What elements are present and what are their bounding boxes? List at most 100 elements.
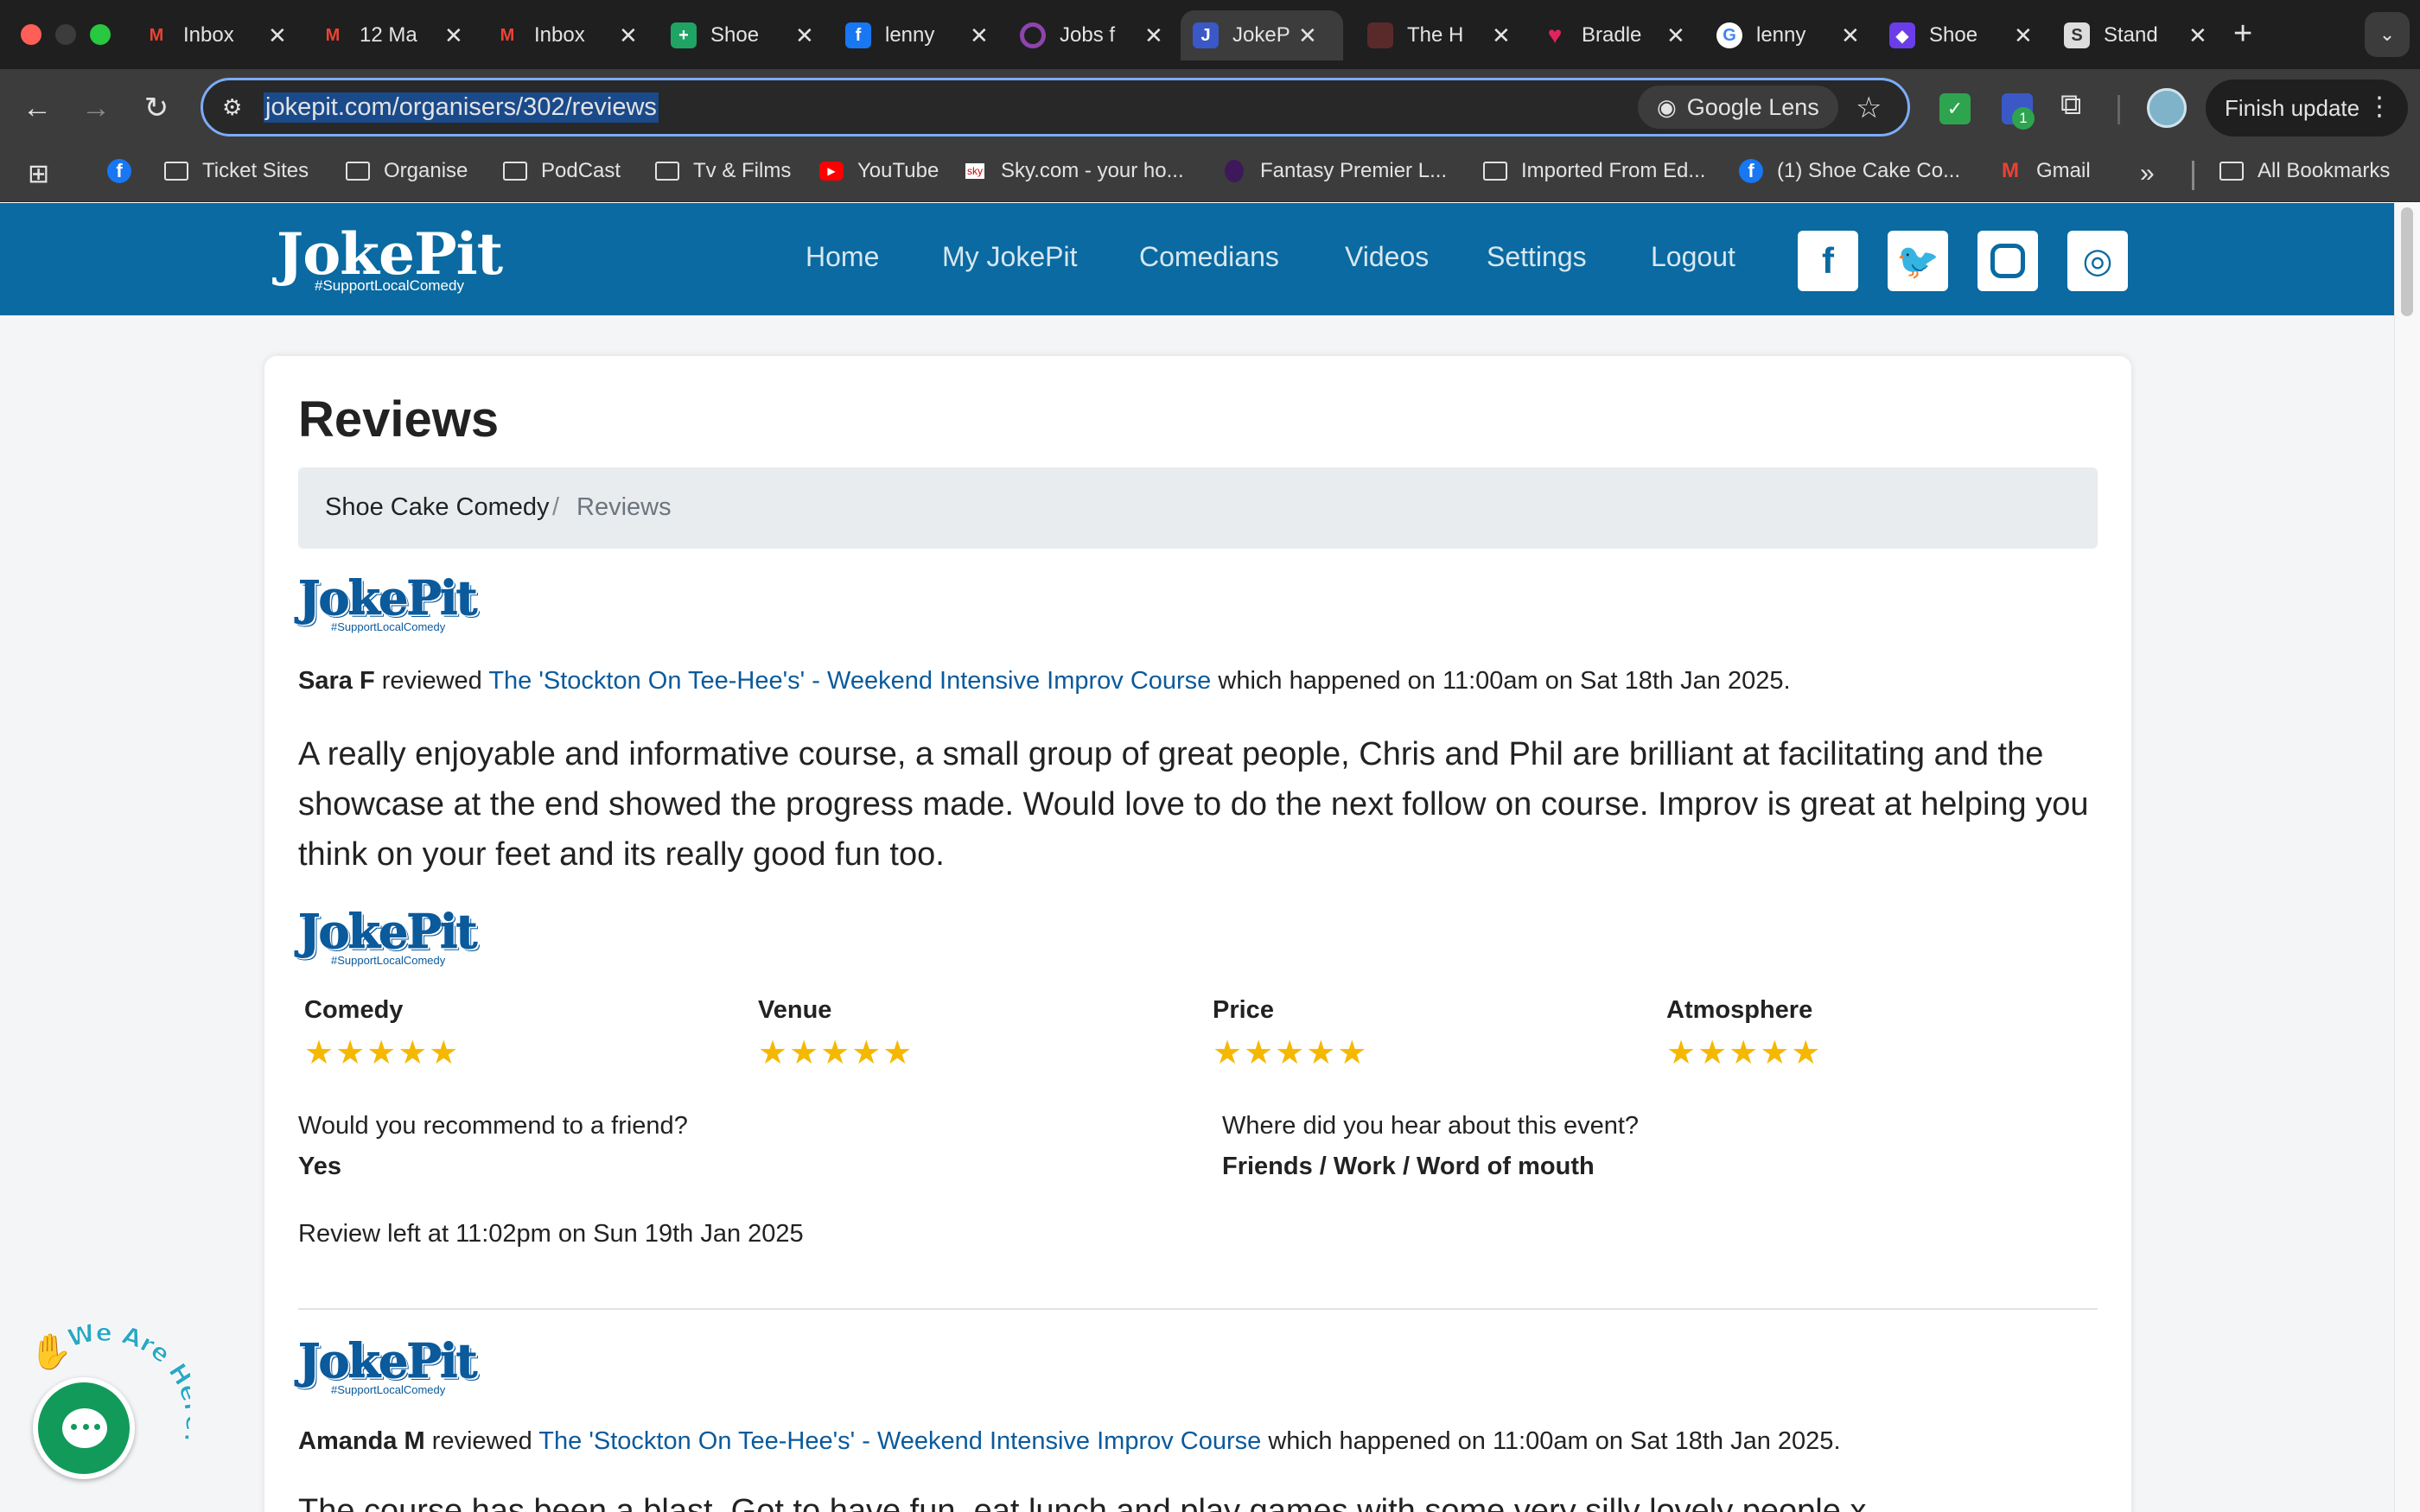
reviewer-name: Sara F [298, 667, 375, 695]
app-icon: ◆ [1889, 22, 1915, 48]
browser-tab[interactable]: ♥ Bradle ✕ [1530, 10, 1697, 60]
scrollbar-thumb[interactable] [2401, 207, 2413, 316]
tab-label: Shoe [1929, 23, 1978, 47]
tab-search-icon[interactable]: ⌄ [2365, 12, 2410, 57]
new-tab-icon[interactable]: + [2233, 16, 2252, 53]
bookmark-imported[interactable]: Imported From Ed... [1483, 159, 1705, 183]
bookmark-label: Tv & Films [693, 159, 792, 182]
browser-tab[interactable]: G lenny ✕ [1704, 10, 1872, 60]
url-text[interactable]: jokepit.com/organisers/302/reviews [264, 92, 659, 123]
close-tab-icon[interactable]: ✕ [619, 22, 638, 49]
profile-avatar[interactable] [2147, 88, 2187, 128]
browser-tab-active[interactable]: J JokeP ✕ [1181, 10, 1343, 60]
browser-tab[interactable]: S Stand ✕ [2052, 10, 2219, 60]
lion-icon [1222, 159, 1246, 183]
bookmark-podcast[interactable]: PodCast [503, 159, 621, 183]
rating-category: Price [1213, 996, 1274, 1024]
back-icon[interactable]: ← [17, 88, 57, 128]
browser-tab[interactable]: The H ✕ [1355, 10, 1523, 60]
close-tab-icon[interactable]: ✕ [795, 22, 814, 49]
bookmark-organise[interactable]: Organise [346, 159, 468, 183]
close-tab-icon[interactable]: ✕ [1298, 22, 1317, 49]
zoom-window-button[interactable] [90, 24, 111, 45]
finish-update-button[interactable]: Finish update ⋮ [2206, 79, 2408, 137]
close-tab-icon[interactable]: ✕ [1666, 22, 1685, 49]
bookmark-label: Gmail [2036, 159, 2091, 182]
bookmarks-bar: ⊞ f Ticket Sites Organise PodCast Tv & F… [0, 147, 2420, 202]
page-scrollbar[interactable] [2394, 203, 2420, 1512]
wave-hand-icon: ✋ [29, 1331, 73, 1371]
close-tab-icon[interactable]: ✕ [2188, 22, 2207, 49]
bookmark-tv-films[interactable]: Tv & Films [655, 159, 791, 183]
tab-label: lenny [885, 23, 935, 47]
close-tab-icon[interactable]: ✕ [268, 22, 287, 49]
bookmark-star-icon[interactable]: ☆ [1856, 91, 1882, 125]
browser-tab[interactable]: M 12 Ma ✕ [308, 10, 475, 60]
bookmark-shoe-cake[interactable]: f (1) Shoe Cake Co... [1739, 159, 1960, 183]
podcast-icon[interactable]: ◎ [2067, 231, 2128, 291]
chat-launcher-button[interactable] [33, 1377, 135, 1479]
gmail-icon: M [149, 25, 164, 45]
tab-label: Inbox [534, 23, 585, 47]
standup-icon: S [2064, 22, 2090, 48]
logo-text: JokePit [297, 1333, 477, 1389]
more-bookmarks-icon[interactable]: » [2140, 159, 2155, 188]
ring-icon [1020, 22, 1046, 48]
review-body: A really enjoyable and informative cours… [298, 736, 2089, 873]
close-tab-icon[interactable]: ✕ [2014, 22, 2033, 49]
nav-settings[interactable]: Settings [1487, 241, 1587, 273]
instagram-icon[interactable] [1977, 231, 2038, 291]
browser-tab[interactable]: M Inbox ✕ [482, 10, 650, 60]
browser-tab[interactable]: + Shoe ✕ [659, 10, 826, 60]
browser-tab[interactable]: Jobs f ✕ [1008, 10, 1175, 60]
nav-my-jokepit[interactable]: My JokePit [942, 241, 1077, 273]
extensions-puzzle-icon[interactable]: ⧉ [2060, 88, 2092, 121]
more-menu-icon[interactable]: ⋮ [2366, 92, 2392, 122]
tab-label: Bradle [1582, 23, 1642, 47]
event-link[interactable]: The 'Stockton On Tee-Hee's' - Weekend In… [488, 667, 1211, 695]
all-bookmarks[interactable]: All Bookmarks [2219, 159, 2390, 183]
close-tab-icon[interactable]: ✕ [1841, 22, 1860, 49]
reload-icon[interactable]: ↻ [137, 88, 176, 128]
twitter-icon[interactable]: 🐦 [1888, 231, 1948, 291]
browser-tab[interactable]: f lenny ✕ [833, 10, 1001, 60]
bookmark-gmail[interactable]: M Gmail [1998, 159, 2091, 183]
close-tab-icon[interactable]: ✕ [970, 22, 989, 49]
close-tab-icon[interactable]: ✕ [1144, 22, 1163, 49]
nav-home[interactable]: Home [806, 241, 879, 273]
bookmark-label: Organise [384, 159, 468, 182]
bookmark-sky[interactable]: sky Sky.com - your ho... [963, 159, 1184, 183]
page-title: Reviews [298, 391, 500, 448]
minimize-window-button[interactable] [55, 24, 76, 45]
hear-question: Where did you hear about this event? [1222, 1112, 1640, 1140]
browser-tab[interactable]: M Inbox ✕ [131, 10, 299, 60]
sheets-icon: + [671, 22, 697, 48]
forward-icon[interactable]: → [76, 88, 116, 128]
site-info-icon[interactable]: ⚙ [222, 94, 242, 121]
review-timestamp: Review left at 11:02pm on Sun 19th Jan 2… [298, 1220, 804, 1248]
google-lens-button[interactable]: ◉ Google Lens [1638, 86, 1838, 129]
nav-logout[interactable]: Logout [1651, 241, 1735, 273]
star-rating-icon: ★★★★★ [1666, 1035, 1823, 1071]
bookmark-facebook[interactable]: f [107, 159, 131, 183]
logo-tagline: #SupportLocalComedy [331, 1383, 446, 1396]
breadcrumb-organiser-link[interactable]: Shoe Cake Comedy [325, 493, 550, 522]
facebook-icon: f [845, 22, 871, 48]
browser-tab[interactable]: ◆ Shoe ✕ [1877, 10, 2045, 60]
bookmark-ticket-sites[interactable]: Ticket Sites [164, 159, 309, 183]
bookmark-fantasy-premier[interactable]: Fantasy Premier L... [1222, 159, 1447, 183]
close-tab-icon[interactable]: ✕ [1492, 22, 1511, 49]
facebook-icon[interactable]: f [1798, 231, 1858, 291]
bookmark-youtube[interactable]: ▶ YouTube [819, 159, 939, 183]
apps-grid-icon[interactable]: ⊞ [28, 159, 49, 189]
jokepit-ratings-logo: JokePit #SupportLocalComedy [297, 904, 480, 968]
review-header: Amanda M reviewed The 'Stockton On Tee-H… [298, 1427, 1841, 1456]
event-link[interactable]: The 'Stockton On Tee-Hee's' - Weekend In… [538, 1427, 1261, 1455]
checkmark-extension-icon[interactable]: ✓ [1939, 93, 1971, 124]
nav-comedians[interactable]: Comedians [1139, 241, 1279, 273]
close-tab-icon[interactable]: ✕ [444, 22, 463, 49]
address-bar[interactable]: ⚙ jokepit.com/organisers/302/reviews ◉ G… [201, 78, 1910, 137]
tab-label: Inbox [183, 23, 234, 47]
close-window-button[interactable] [21, 24, 41, 45]
nav-videos[interactable]: Videos [1345, 241, 1429, 273]
